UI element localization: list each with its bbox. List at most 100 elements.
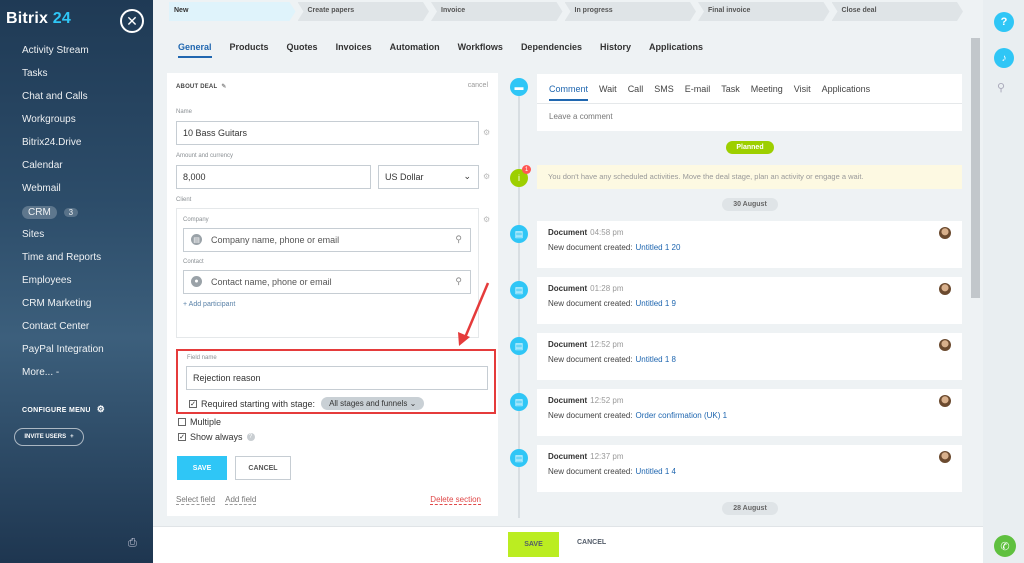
tab-meeting[interactable]: Meeting (751, 84, 783, 101)
tab-call[interactable]: Call (628, 84, 644, 101)
add-field-link[interactable]: Add field (225, 495, 257, 505)
stage-in-progress[interactable]: In progress (565, 2, 697, 21)
panel-cancel-link[interactable]: cancel (468, 82, 488, 89)
sidebar-item-webmail[interactable]: Webmail (22, 183, 104, 206)
sidebar-item-workgroups[interactable]: Workgroups (22, 114, 104, 137)
tab-email[interactable]: E-mail (685, 84, 711, 101)
tab-applications-activity[interactable]: Applications (822, 84, 871, 101)
currency-select[interactable]: US Dollar ⌄ (378, 165, 479, 189)
settings-icon[interactable]: ⚙ (483, 215, 490, 224)
crm-count-badge: 3 (63, 208, 79, 217)
field-name-input[interactable]: Rejection reason (186, 366, 488, 390)
save-button[interactable]: SAVE (508, 532, 559, 557)
stage-create-papers[interactable]: Create papers (298, 2, 430, 21)
avatar[interactable] (939, 227, 951, 239)
avatar[interactable] (939, 339, 951, 351)
sidebar-item-crm-marketing[interactable]: CRM Marketing (22, 298, 104, 321)
tab-task[interactable]: Task (721, 84, 740, 101)
configure-menu-link[interactable]: CONFIGURE MENU ⚙ (22, 404, 105, 415)
pencil-icon[interactable]: ✎ (221, 84, 226, 90)
gear-icon: ⚙ (96, 404, 106, 414)
document-link[interactable]: Untitled 1 20 (636, 243, 681, 252)
delete-section-link[interactable]: Delete section (430, 495, 481, 505)
avatar[interactable] (939, 283, 951, 295)
item-time: 12:52 pm (590, 340, 624, 349)
tab-visit[interactable]: Visit (794, 84, 811, 101)
sidebar-item-paypal[interactable]: PayPal Integration (22, 344, 104, 367)
document-link[interactable]: Untitled 1 8 (636, 355, 676, 364)
stage-final-invoice[interactable]: Final invoice (698, 2, 830, 21)
tab-applications[interactable]: Applications (649, 42, 703, 58)
tab-invoices[interactable]: Invoices (336, 42, 372, 58)
document-link[interactable]: Untitled 1 4 (636, 467, 676, 476)
sidebar-item-more[interactable]: More... - (22, 367, 104, 390)
timeline-item: Document 01:28 pm New document created: Un… (537, 277, 962, 324)
search-icon[interactable]: ⚲ (997, 81, 1005, 94)
scrollbar[interactable] (971, 38, 980, 298)
comment-input[interactable]: Leave a comment (549, 112, 613, 121)
amount-input[interactable]: 8,000 (176, 165, 371, 189)
document-icon: ▤ (510, 281, 528, 299)
field-cancel-button[interactable]: CANCEL (235, 456, 291, 480)
show-always-checkbox[interactable]: ✓ (178, 433, 186, 441)
required-label: Required starting with stage: (201, 398, 316, 409)
avatar[interactable] (939, 451, 951, 463)
add-participant-link[interactable]: + Add participant (183, 301, 235, 308)
sidebar-item-activity-stream[interactable]: Activity Stream (22, 45, 104, 68)
field-save-button[interactable]: SAVE (177, 456, 227, 480)
document-link[interactable]: Order confirmation (UK) 1 (636, 411, 728, 420)
cancel-button[interactable]: CANCEL (577, 539, 606, 546)
settings-icon[interactable]: ⚙ (483, 172, 490, 181)
stage-new[interactable]: New (169, 2, 296, 21)
settings-icon[interactable]: ⚙ (483, 128, 490, 137)
avatar[interactable] (939, 395, 951, 407)
tab-general[interactable]: General (178, 42, 212, 58)
name-input[interactable]: 10 Bass Guitars (176, 121, 479, 145)
help-icon[interactable]: ? (994, 12, 1014, 32)
amount-label: Amount and currency (176, 153, 234, 159)
tab-sms[interactable]: SMS (654, 84, 674, 101)
phone-icon[interactable]: ✆ (994, 535, 1016, 557)
stage-invoice[interactable]: Invoice (431, 2, 563, 21)
sidebar-item-crm[interactable]: CRM 3 (22, 206, 104, 229)
company-icon: ▤ (191, 234, 202, 245)
date-separator: 30 August (722, 198, 778, 211)
tab-dependencies[interactable]: Dependencies (521, 42, 582, 58)
tab-wait[interactable]: Wait (599, 84, 617, 101)
tab-automation[interactable]: Automation (390, 42, 440, 58)
tab-comment[interactable]: Comment (549, 84, 589, 101)
tab-products[interactable]: Products (230, 42, 269, 58)
contact-search-input[interactable]: ● Contact name, phone or email ⚲ (183, 270, 471, 294)
sidebar-item-tasks[interactable]: Tasks (22, 68, 104, 91)
deal-main-area: New Create papers Invoice In progress Fi… (153, 0, 983, 563)
printer-icon[interactable]: ⎙ (128, 537, 137, 550)
select-field-link[interactable]: Select field (176, 495, 216, 505)
multiple-checkbox[interactable] (178, 418, 186, 426)
search-icon: ⚲ (455, 234, 462, 244)
tab-history[interactable]: History (600, 42, 631, 58)
tab-workflows[interactable]: Workflows (458, 42, 503, 58)
document-icon: ▤ (510, 225, 528, 243)
help-icon[interactable]: ? (246, 433, 255, 441)
sidebar-item-contact-center[interactable]: Contact Center (22, 321, 104, 344)
document-link[interactable]: Untitled 1 9 (636, 299, 676, 308)
invite-users-button[interactable]: INVITE USERS + (14, 428, 84, 446)
document-icon: ▤ (510, 449, 528, 467)
stage-close-deal[interactable]: Close deal (832, 2, 964, 21)
sidebar-item-chat[interactable]: Chat and Calls (22, 91, 104, 114)
sidebar-item-calendar[interactable]: Calendar (22, 160, 104, 183)
sidebar-item-employees[interactable]: Employees (22, 275, 104, 298)
stage-select[interactable]: All stages and funnels ⌄ (321, 397, 425, 410)
close-icon[interactable]: ✕ (120, 9, 144, 33)
bell-icon[interactable]: ♪ (994, 48, 1014, 68)
timeline-item: Document 12:52 pm New document created: Un… (537, 333, 962, 380)
bitrix24-logo[interactable]: Bitrix 24 (6, 10, 71, 28)
required-checkbox[interactable]: ✓ (189, 399, 197, 408)
sidebar-item-time-reports[interactable]: Time and Reports (22, 252, 104, 275)
multiple-row: Multiple (178, 417, 221, 427)
sidebar-item-sites[interactable]: Sites (22, 229, 104, 252)
tab-quotes[interactable]: Quotes (287, 42, 318, 58)
company-search-input[interactable]: ▤ Company name, phone or email ⚲ (183, 228, 471, 252)
item-title: Document (548, 340, 588, 349)
sidebar-item-drive[interactable]: Bitrix24.Drive (22, 137, 104, 160)
